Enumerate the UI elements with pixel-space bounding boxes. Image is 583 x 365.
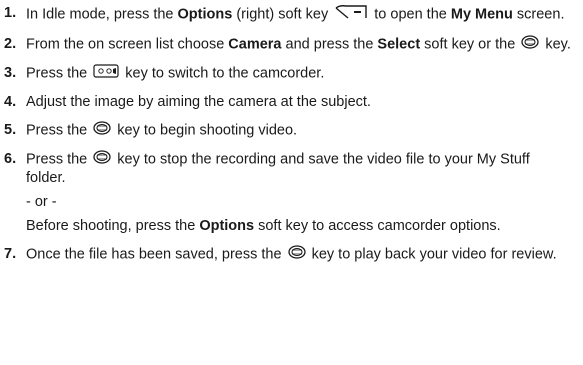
or-separator: - or - — [26, 194, 57, 210]
step-7: 7. Once the file has been saved, press t… — [4, 245, 557, 264]
step-number: 6. — [4, 151, 17, 167]
step-5: 5. Press the key to begin shooting video… — [4, 121, 298, 140]
step-1: 1. In Idle mode, press the Options (righ… — [0, 4, 571, 25]
step-number: 3. — [4, 65, 17, 81]
camcorder-key-icon — [93, 64, 119, 83]
right-soft-key-icon — [334, 4, 368, 25]
step-number: 7. — [4, 246, 17, 262]
instruction-list: 1. In Idle mode, press the Options (righ… — [0, 0, 583, 365]
step-2: 2. From the on screen list choose Camera… — [4, 35, 571, 54]
step-3: 3. Press the key to switch to the camcor… — [4, 64, 325, 83]
step-6: 6. Press the key to stop the recording a… — [0, 150, 571, 235]
center-ok-key-icon — [287, 245, 306, 264]
alternate-instruction: Before shooting, press the Options soft … — [26, 218, 501, 234]
center-ok-key-icon — [93, 150, 111, 169]
center-ok-key-icon — [93, 121, 111, 140]
step-number: 2. — [4, 36, 17, 52]
step-number: 4. — [4, 94, 17, 110]
step-number: 1. — [4, 5, 17, 21]
step-number: 5. — [4, 122, 17, 138]
center-ok-key-icon — [521, 35, 539, 54]
step-4: 4. Adjust the image by aiming the camera… — [4, 94, 371, 110]
